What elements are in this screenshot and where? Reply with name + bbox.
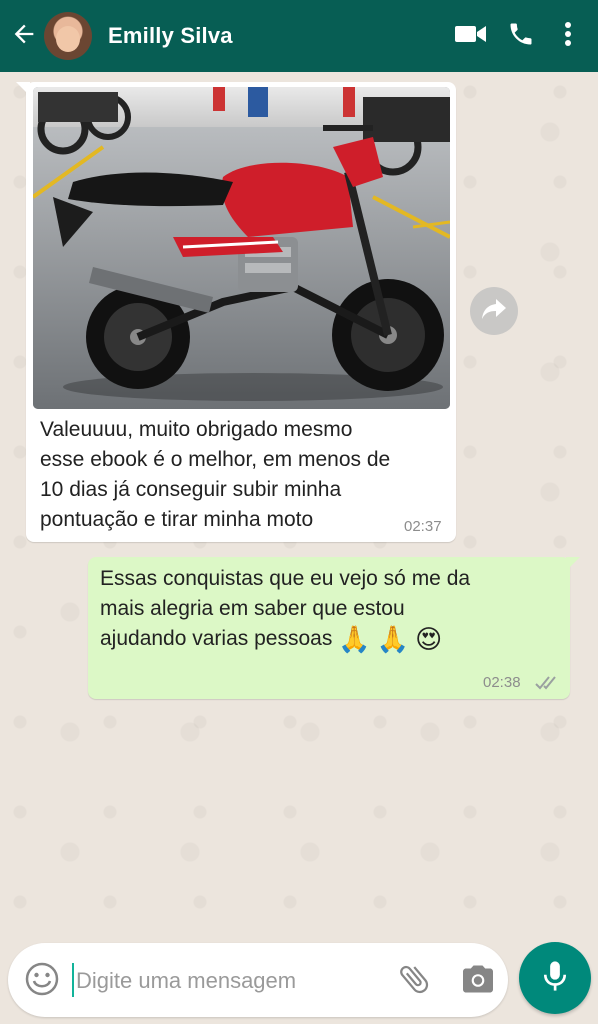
emoji-icon[interactable] [24, 961, 60, 997]
message-composer [8, 943, 508, 1017]
phone-icon [507, 20, 535, 53]
avatar[interactable] [44, 12, 92, 60]
message-input[interactable] [74, 957, 378, 1005]
back-button[interactable] [4, 0, 44, 72]
mic-button[interactable] [519, 942, 591, 1014]
pray-emoji: 🙏 [338, 624, 371, 654]
more-options-button[interactable] [546, 0, 590, 72]
video-call-button[interactable] [446, 0, 496, 72]
contact-name[interactable]: Emilly Silva [108, 23, 446, 49]
attach-icon[interactable] [396, 961, 432, 997]
more-vert-icon [564, 21, 572, 52]
message-time: 02:37 [404, 518, 442, 535]
bubble-tail [566, 557, 580, 571]
double-check-icon [535, 675, 561, 696]
message-image[interactable] [33, 87, 450, 409]
motorcycle-photo [33, 87, 450, 409]
chat-header: Emilly Silva [0, 0, 598, 72]
heart-eyes-emoji: 😍 [415, 624, 443, 654]
message-time: 02:38 [483, 674, 521, 691]
video-call-icon [454, 22, 488, 51]
message-text-wrapper: Essas conquistas que eu vejo só me da ma… [100, 564, 560, 654]
message-text: Valeuuuu, muito obrigado mesmo esse eboo… [40, 418, 391, 531]
pray-emoji: 🙏 [376, 624, 410, 654]
microphone-icon [540, 959, 570, 998]
bubble-tail [16, 82, 30, 96]
forward-icon [481, 298, 507, 325]
back-arrow-icon [10, 20, 38, 53]
outgoing-message[interactable]: Essas conquistas que eu vejo só me da ma… [88, 557, 580, 699]
forward-button[interactable] [470, 287, 518, 335]
incoming-message[interactable]: Valeuuuu, muito obrigado mesmo esse eboo… [16, 82, 456, 542]
camera-icon[interactable] [460, 961, 496, 997]
voice-call-button[interactable] [496, 0, 546, 72]
